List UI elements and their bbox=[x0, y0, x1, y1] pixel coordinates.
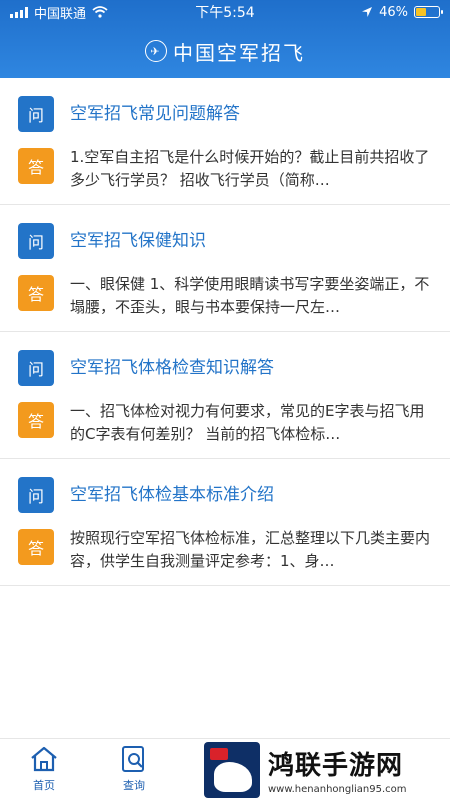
question-badge: 问 bbox=[18, 96, 54, 132]
question-badge: 问 bbox=[18, 477, 54, 513]
question-title[interactable]: 空军招飞体格检查知识解答 bbox=[70, 350, 274, 386]
question-title[interactable]: 空军招飞体检基本标准介绍 bbox=[70, 477, 274, 513]
answer-preview: 1.空军自主招飞是什么时候开始的？截止目前共招收了多少飞行学员？ 招收飞行学员（… bbox=[70, 148, 430, 189]
question-title[interactable]: 空军招飞常见问题解答 bbox=[70, 96, 240, 132]
home-icon bbox=[31, 746, 57, 772]
page-title: ✈ 中国空军招飞 bbox=[0, 36, 450, 66]
battery-percent: 46% bbox=[379, 4, 408, 20]
question-badge: 问 bbox=[18, 223, 54, 259]
question-badge: 问 bbox=[18, 350, 54, 386]
qa-list: 问 空军招飞常见问题解答 答 1.空军自主招飞是什么时候开始的？截止目前共招收了… bbox=[0, 78, 450, 586]
answer-preview: 一、招飞体检对视力有何要求，常见的E字表与招飞用的C字表有何差别？ 当前的招飞体… bbox=[70, 402, 425, 443]
battery-icon bbox=[414, 6, 443, 18]
app-header: 中国联通 下午5:54 46% ✈ 中国空军招飞 bbox=[0, 0, 450, 78]
qa-item[interactable]: 问 空军招飞常见问题解答 答 1.空军自主招飞是什么时候开始的？截止目前共招收了… bbox=[0, 78, 450, 205]
answer-badge: 答 bbox=[18, 148, 54, 184]
answer-preview: 按照现行空军招飞体检标准，汇总整理以下几类主要内容，供学生自我测量评定参考：1、… bbox=[70, 529, 431, 570]
status-bar: 中国联通 下午5:54 46% bbox=[0, 0, 450, 24]
search-document-icon bbox=[122, 746, 144, 772]
tab-search-label: 查询 bbox=[123, 779, 145, 792]
answer-badge: 答 bbox=[18, 402, 54, 438]
air-force-logo-icon: ✈ bbox=[145, 40, 167, 62]
qa-item[interactable]: 问 空军招飞保健知识 答 一、眼保健 1、科学使用眼睛读书写字要坐姿端正，不塌腰… bbox=[0, 205, 450, 332]
answer-badge: 答 bbox=[18, 275, 54, 311]
tab-search[interactable]: 查询 bbox=[104, 745, 164, 793]
page-title-text: 中国空军招飞 bbox=[173, 40, 305, 65]
qa-item[interactable]: 问 空军招飞体格检查知识解答 答 一、招飞体检对视力有何要求，常见的E字表与招飞… bbox=[0, 332, 450, 459]
question-title[interactable]: 空军招飞保健知识 bbox=[70, 223, 206, 259]
answer-badge: 答 bbox=[18, 529, 54, 565]
watermark-url: www.henanhonglian95.com bbox=[268, 784, 407, 795]
tab-home[interactable]: 首页 bbox=[14, 745, 74, 793]
watermark-title: 鸿联手游网 bbox=[268, 751, 404, 781]
watermark-logo-icon bbox=[204, 742, 260, 798]
location-icon bbox=[362, 7, 373, 17]
answer-preview: 一、眼保健 1、科学使用眼睛读书写字要坐姿端正，不塌腰，不歪头，眼与书本要保持一… bbox=[70, 275, 430, 316]
watermark: 鸿联手游网 www.henanhonglian95.com bbox=[200, 740, 450, 800]
qa-item[interactable]: 问 空军招飞体检基本标准介绍 答 按照现行空军招飞体检标准，汇总整理以下几类主要… bbox=[0, 459, 450, 586]
tab-home-label: 首页 bbox=[33, 779, 55, 792]
